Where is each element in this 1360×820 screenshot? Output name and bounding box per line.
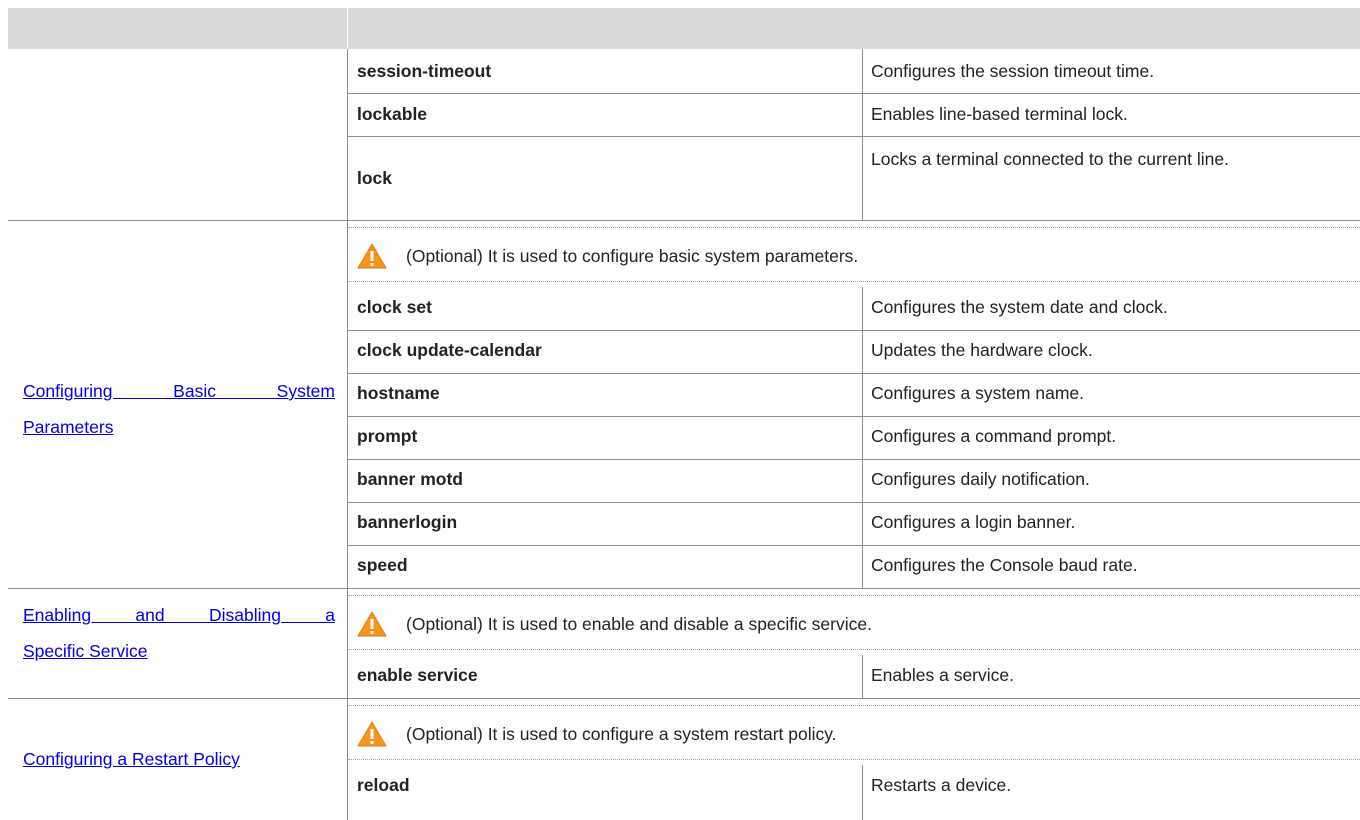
task-link-line: Enabling and Disabling a — [23, 605, 335, 625]
section-divider — [8, 588, 1360, 589]
task-link-line: Configuring Basic System — [23, 381, 335, 401]
note-bottom-border — [348, 759, 1360, 760]
cmd-desc-divider — [862, 287, 863, 588]
description-enable-service: Enables a service. — [871, 665, 1014, 685]
note-restart-policy: (Optional) It is used to configure a sys… — [357, 721, 837, 747]
cmd-desc-divider — [862, 655, 863, 698]
command-clock-update-calendar: clock update-calendar — [357, 340, 542, 360]
description-reload: Restarts a device. — [871, 775, 1012, 795]
description-lock: Locks a terminal connected to the curren… — [871, 149, 1229, 169]
note-top-border — [348, 595, 1360, 596]
note-top-border — [348, 227, 1360, 228]
command-clock-set: clock set — [357, 297, 432, 317]
cmd-desc-divider — [862, 765, 863, 820]
cmd-desc-divider — [862, 49, 863, 220]
section-divider — [8, 220, 1360, 221]
description-clock-set: Configures the system date and clock. — [871, 297, 1168, 317]
command-hostname: hostname — [357, 383, 440, 403]
command-banner-motd: banner motd — [357, 469, 463, 489]
task-link-restart-policy[interactable]: Configuring a Restart Policy — [23, 741, 335, 777]
row-divider — [348, 373, 1360, 374]
row-divider — [348, 416, 1360, 417]
note-basic-system: (Optional) It is used to configure basic… — [357, 243, 858, 269]
note-text: (Optional) It is used to configure basic… — [406, 245, 859, 266]
command-session-timeout: session-timeout — [357, 61, 492, 81]
task-link-basic-system-parameters[interactable]: Configuring Basic System Parameters — [23, 373, 335, 445]
table-header — [8, 8, 1360, 49]
description-banner-motd: Configures daily notification. — [871, 469, 1090, 489]
note-text: (Optional) It is used to configure a sys… — [406, 723, 837, 744]
note-enable-service: (Optional) It is used to enable and disa… — [357, 611, 872, 637]
description-session-timeout: Configures the session timeout time. — [871, 61, 1155, 81]
command-enable-service: enable service — [357, 665, 478, 685]
command-speed: speed — [357, 555, 408, 575]
description-speed: Configures the Console baud rate. — [871, 555, 1138, 575]
task-link-enable-disable-service[interactable]: Enabling and Disabling a Specific Servic… — [23, 597, 335, 669]
description-prompt: Configures a command prompt. — [871, 426, 1117, 446]
task-link-line: Configuring a Restart Policy — [23, 749, 240, 769]
description-hostname: Configures a system name. — [871, 383, 1085, 403]
warning-triangle-icon — [357, 243, 387, 269]
row-divider — [348, 502, 1360, 503]
note-top-border — [348, 705, 1360, 706]
description-lockable: Enables line-based terminal lock. — [871, 104, 1128, 124]
section-divider — [8, 698, 1360, 699]
row-divider — [348, 330, 1360, 331]
description-bannerlogin: Configures a login banner. — [871, 512, 1076, 532]
command-lock: lock — [357, 168, 393, 188]
command-bannerlogin: bannerlogin — [357, 512, 458, 532]
note-text: (Optional) It is used to enable and disa… — [406, 613, 872, 634]
note-bottom-border — [348, 281, 1360, 282]
warning-triangle-icon — [357, 611, 387, 637]
row-divider — [348, 459, 1360, 460]
description-clock-update-calendar: Updates the hardware clock. — [871, 340, 1093, 360]
row-divider — [348, 136, 1360, 137]
row-divider — [348, 545, 1360, 546]
command-reload: reload — [357, 775, 410, 795]
row-divider — [348, 93, 1360, 94]
command-lockable: lockable — [357, 104, 428, 124]
task-link-line: Specific Service — [23, 641, 148, 661]
command-prompt: prompt — [357, 426, 418, 446]
header-divider — [347, 8, 348, 49]
note-bottom-border — [348, 649, 1360, 650]
warning-triangle-icon — [357, 721, 387, 747]
task-link-line: Parameters — [23, 417, 114, 437]
